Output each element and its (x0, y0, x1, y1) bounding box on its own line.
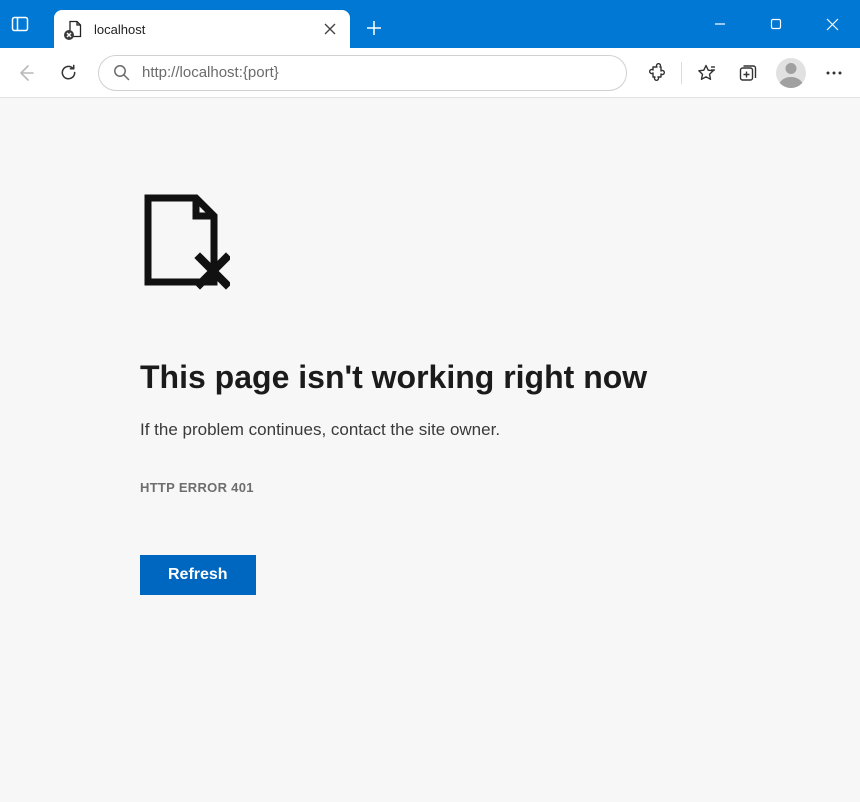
arrow-left-icon (16, 63, 36, 83)
plus-icon (366, 20, 382, 36)
titlebar: localhost (0, 0, 860, 48)
vertical-tabs-button[interactable] (0, 0, 40, 48)
minimize-icon (714, 18, 726, 30)
browser-toolbar: http://localhost:{port} (0, 48, 860, 98)
toolbar-separator (681, 62, 682, 84)
more-icon (825, 64, 843, 82)
error-subtitle: If the problem continues, contact the si… (140, 420, 860, 440)
collections-button[interactable] (728, 53, 768, 93)
close-window-button[interactable] (804, 0, 860, 48)
error-badge-icon (64, 30, 74, 40)
new-tab-button[interactable] (356, 10, 392, 46)
settings-menu-button[interactable] (814, 53, 854, 93)
extensions-button[interactable] (637, 53, 677, 93)
search-icon (113, 64, 130, 81)
refresh-icon (59, 63, 78, 82)
tab-title: localhost (94, 22, 318, 37)
page-content: This page isn't working right now If the… (0, 98, 860, 802)
collections-icon (738, 63, 758, 83)
favorites-button[interactable] (686, 53, 726, 93)
address-bar[interactable]: http://localhost:{port} (98, 55, 627, 91)
error-title: This page isn't working right now (140, 359, 860, 396)
close-icon (324, 23, 336, 35)
puzzle-icon (647, 63, 667, 83)
minimize-button[interactable] (692, 0, 748, 48)
refresh-page-button[interactable]: Refresh (140, 555, 256, 595)
refresh-button-toolbar[interactable] (48, 53, 88, 93)
maximize-icon (770, 18, 782, 30)
profile-button[interactable] (776, 58, 806, 88)
maximize-button[interactable] (748, 0, 804, 48)
window-controls (692, 0, 860, 48)
back-button[interactable] (6, 53, 46, 93)
tab-close-button[interactable] (318, 17, 342, 41)
tab-favicon-page-error-icon (66, 20, 84, 38)
error-code: HTTP ERROR 401 (140, 480, 860, 495)
star-icon (696, 63, 716, 83)
browser-tab[interactable]: localhost (54, 10, 350, 48)
url-text: http://localhost:{port} (142, 64, 612, 81)
close-icon (826, 18, 839, 31)
sidebar-icon (11, 15, 29, 33)
page-error-icon (140, 194, 860, 295)
